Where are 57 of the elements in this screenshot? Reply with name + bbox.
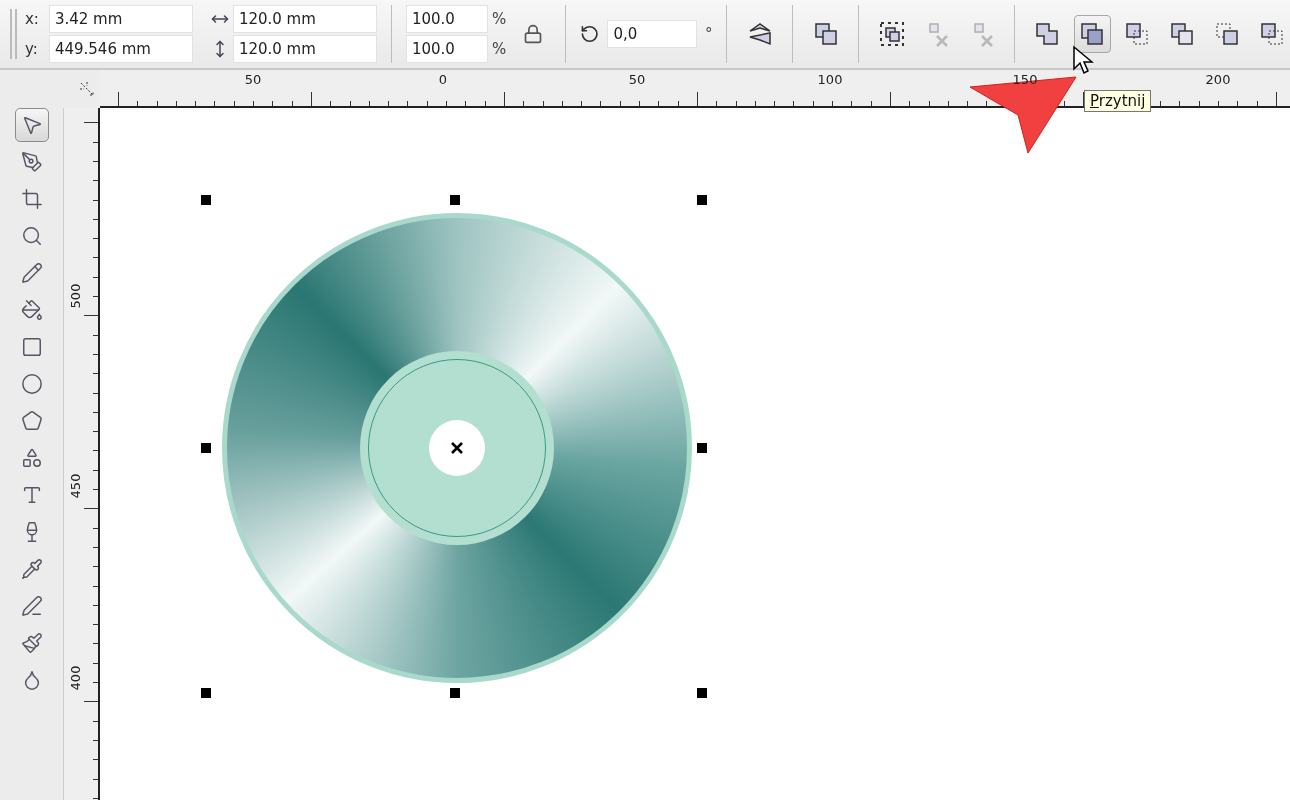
shapes-icon [20,447,43,469]
dashed-squares-icon [1213,21,1240,47]
selection-handle[interactable] [450,688,460,698]
pen-icon [20,595,43,617]
percent-unit: % [491,40,507,58]
eyedropper-icon [20,558,43,580]
size-field[interactable]: 120.0 mm [232,5,377,33]
pen-nib-icon [20,151,43,173]
dashed-squares-icon [1258,21,1285,47]
zoom-icon [20,225,43,247]
overlapping-squares-icon [812,21,839,47]
pencil-icon [20,262,43,284]
size-field[interactable]: 120.0 mm [232,35,377,63]
selection-handle[interactable] [697,688,707,698]
tooltip: Przytnij [1084,90,1152,112]
coordinate-label: x: [24,10,40,28]
scale-field[interactable]: 100.0 [405,35,488,63]
selection-handle[interactable] [697,195,707,205]
merged-squares-icon [1034,21,1061,47]
selection-handle[interactable] [201,195,211,205]
percent-unit: % [491,10,507,28]
paint-bucket-icon [20,299,43,321]
position-field[interactable]: 3.42 mm [48,5,193,33]
selection-handle[interactable] [450,195,460,205]
rectangle-icon [20,336,43,358]
position-field[interactable]: 449.546 mm [48,35,193,63]
ruler-number: 500 [68,283,83,309]
ruler-number: 100 [817,72,843,87]
rotation-field[interactable]: 0,0 [607,20,697,48]
overlapping-squares-icon [1079,21,1106,47]
ruler-number: 200 [1205,72,1231,87]
ruler-number: 50 [244,72,262,87]
selection-handle[interactable] [697,443,707,453]
brush-icon [20,632,43,654]
selection-handle[interactable] [201,688,211,698]
ruler-origin-icon[interactable] [78,80,96,98]
dotted-squares-icon [878,21,905,47]
lock-icon [522,24,543,44]
ruler-number: 50 [628,72,646,87]
ellipse-icon [20,373,43,395]
scale-field[interactable]: 100.0 [405,5,488,33]
coordinate-label: y: [24,40,39,58]
pentagon-icon [20,410,43,432]
toolbar-button[interactable] [1073,15,1111,53]
toolbar-grip[interactable] [10,9,17,59]
center-x-icon [450,441,464,455]
degree-unit: ° [704,25,713,43]
ruler-number: 450 [68,473,83,499]
ruler-number: 400 [68,665,83,691]
crop-icon [20,188,43,210]
ruler-number: 0 [438,72,448,87]
rotate-icon [580,24,600,44]
tool-button[interactable] [14,108,49,142]
mouse-cursor-icon [1072,45,1094,75]
stacked-squares-icon [1168,21,1195,47]
intersect-squares-icon [1123,21,1150,47]
selection-handle[interactable] [201,443,211,453]
